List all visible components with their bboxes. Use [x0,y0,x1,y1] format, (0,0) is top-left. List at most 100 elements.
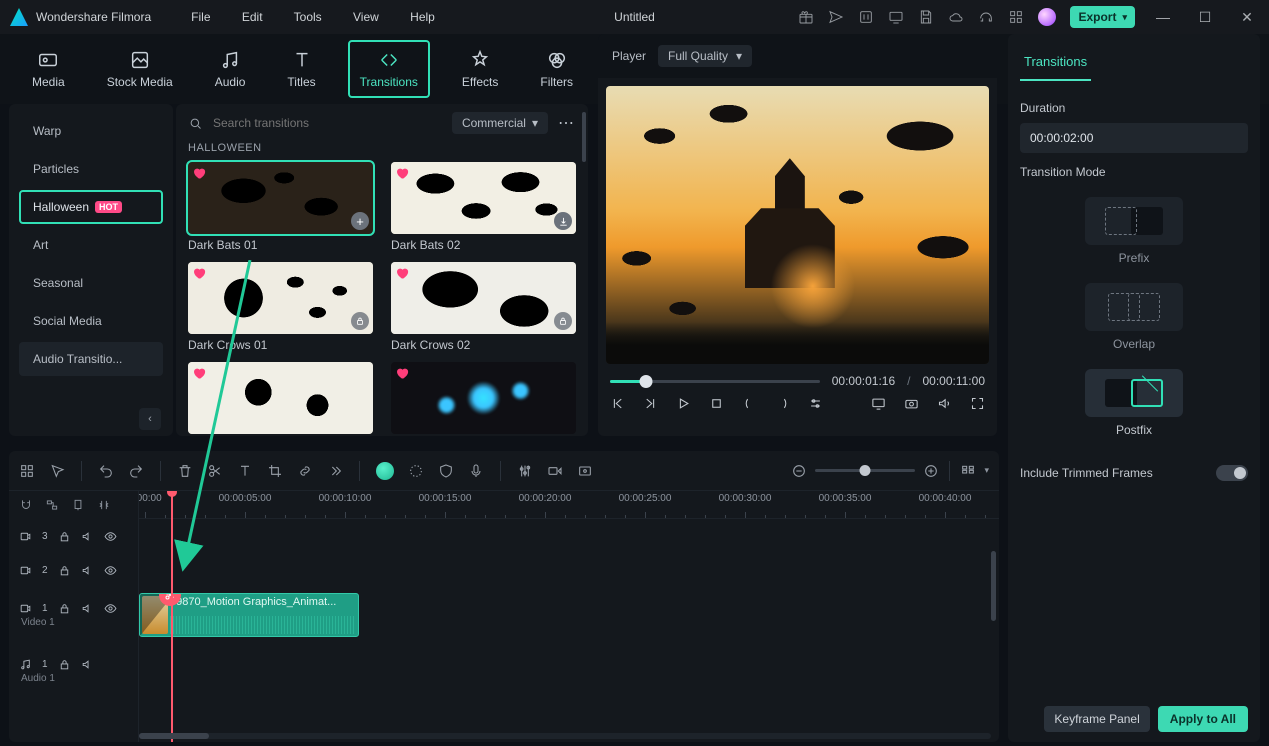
window-close-button[interactable]: ✕ [1233,9,1261,26]
grid-icon[interactable] [1008,9,1024,25]
zoom-in-icon[interactable] [923,463,939,479]
track-header-v2[interactable]: 2 [9,553,138,587]
ripple-icon[interactable] [97,498,111,512]
zoom-out-icon[interactable] [791,463,807,479]
search-input[interactable] [213,116,442,130]
ai-icon[interactable] [376,462,394,480]
mute-icon[interactable] [81,602,94,615]
eye-icon[interactable] [104,602,117,615]
mute-icon[interactable] [81,530,94,543]
delete-icon[interactable] [177,463,193,479]
crop-icon[interactable] [267,463,283,479]
timeline-hscroll[interactable] [139,733,991,739]
mute-icon[interactable] [81,658,94,671]
tab-audio[interactable]: Audio [205,40,256,98]
mode-overlap[interactable] [1085,283,1183,331]
tab-effects[interactable]: Effects [452,40,508,98]
tab-titles[interactable]: Titles [277,40,325,98]
voice-icon[interactable] [547,463,563,479]
record-icon[interactable] [577,463,593,479]
shield-icon[interactable] [438,463,454,479]
category-art[interactable]: Art [19,228,163,262]
menu-tools[interactable]: Tools [294,10,322,24]
text-tool-icon[interactable] [237,463,253,479]
camera-icon[interactable] [904,396,919,411]
tab-filters[interactable]: Filters [530,40,583,98]
mode-postfix[interactable] [1085,369,1183,417]
eye-icon[interactable] [104,530,117,543]
marker-icon[interactable] [71,498,85,512]
preview-viewport[interactable] [606,86,989,364]
chevron-down-icon[interactable]: ▾ [984,465,989,476]
download-icon[interactable] [554,212,572,230]
menu-edit[interactable]: Edit [242,10,263,24]
screen-icon[interactable] [888,9,904,25]
scrollbar[interactable] [582,112,586,162]
slider-knob[interactable] [639,375,652,388]
duration-input[interactable]: 00:00:02:00 [1020,123,1248,153]
category-audio-transitions[interactable]: Audio Transitio... [19,342,163,376]
play-icon[interactable] [676,396,691,411]
category-seasonal[interactable]: Seasonal [19,266,163,300]
zoom-slider[interactable] [815,469,915,472]
volume-icon[interactable] [937,396,952,411]
tab-stock-media[interactable]: Stock Media [97,40,183,98]
asset-card[interactable]: Dark Crows 01 [188,262,373,352]
undo-icon[interactable] [98,463,114,479]
track-header-a1[interactable]: 1 Audio 1 [9,643,138,699]
eye-icon[interactable] [104,564,117,577]
time-ruler[interactable]: 0:00:0000:00:05:0000:00:10:0000:00:15:00… [139,491,999,519]
prev-frame-icon[interactable] [610,396,625,411]
select-tool-icon[interactable] [19,463,35,479]
stop-icon[interactable] [709,396,724,411]
add-icon[interactable]: + [351,212,369,230]
redo-icon[interactable] [128,463,144,479]
track-area[interactable]: 0:00:0000:00:05:0000:00:10:0000:00:15:00… [139,491,999,742]
send-icon[interactable] [828,9,844,25]
cloud-icon[interactable] [948,9,964,25]
fullscreen-icon[interactable] [970,396,985,411]
mic-icon[interactable] [468,463,484,479]
link-tracks-icon[interactable] [45,498,59,512]
collapse-sidebar-button[interactable]: ‹ [139,408,161,430]
export-button[interactable]: Export▾ [1070,6,1135,28]
link-icon[interactable] [297,463,313,479]
track-header-v3[interactable]: 3 [9,519,138,553]
window-minimize-button[interactable]: — [1149,9,1177,25]
asset-card[interactable]: + Dark Bats 01 [188,162,373,252]
tab-transitions[interactable]: Transitions [348,40,430,98]
color-icon[interactable] [408,463,424,479]
category-particles[interactable]: Particles [19,152,163,186]
playhead[interactable] [171,491,173,742]
cursor-icon[interactable] [49,463,65,479]
asset-card[interactable]: Dark Crows 02 [391,262,576,352]
window-maximize-button[interactable]: ☐ [1191,9,1219,26]
mixer-icon[interactable] [517,463,533,479]
filter-dropdown[interactable]: Commercial▾ [452,112,548,134]
avatar-icon[interactable] [1038,8,1056,26]
trimmed-toggle[interactable] [1216,465,1248,481]
save-icon[interactable] [918,9,934,25]
quality-dropdown[interactable]: Full Quality▾ [658,45,752,67]
apply-all-button[interactable]: Apply to All [1158,706,1248,732]
panel-tab-transitions[interactable]: Transitions [1020,44,1091,81]
lock-icon[interactable] [58,602,71,615]
mark-out-icon[interactable] [775,396,790,411]
mark-in-icon[interactable] [742,396,757,411]
more-icon[interactable]: ⋯ [558,113,576,133]
magnet-icon[interactable] [19,498,33,512]
library-icon[interactable] [858,9,874,25]
track-header-v1[interactable]: 1 Video 1 [9,587,138,643]
category-social-media[interactable]: Social Media [19,304,163,338]
lock-icon[interactable] [58,564,71,577]
menu-help[interactable]: Help [410,10,435,24]
gift-icon[interactable] [798,9,814,25]
menu-file[interactable]: File [191,10,210,24]
keyframe-panel-button[interactable]: Keyframe Panel [1044,706,1149,732]
settings-icon[interactable] [808,396,823,411]
lock-icon[interactable] [58,658,71,671]
asset-card[interactable]: Dark Bats 02 [391,162,576,252]
more-tools-icon[interactable] [327,463,343,479]
category-halloween[interactable]: HalloweenHOT [19,190,163,224]
category-warp[interactable]: Warp [19,114,163,148]
